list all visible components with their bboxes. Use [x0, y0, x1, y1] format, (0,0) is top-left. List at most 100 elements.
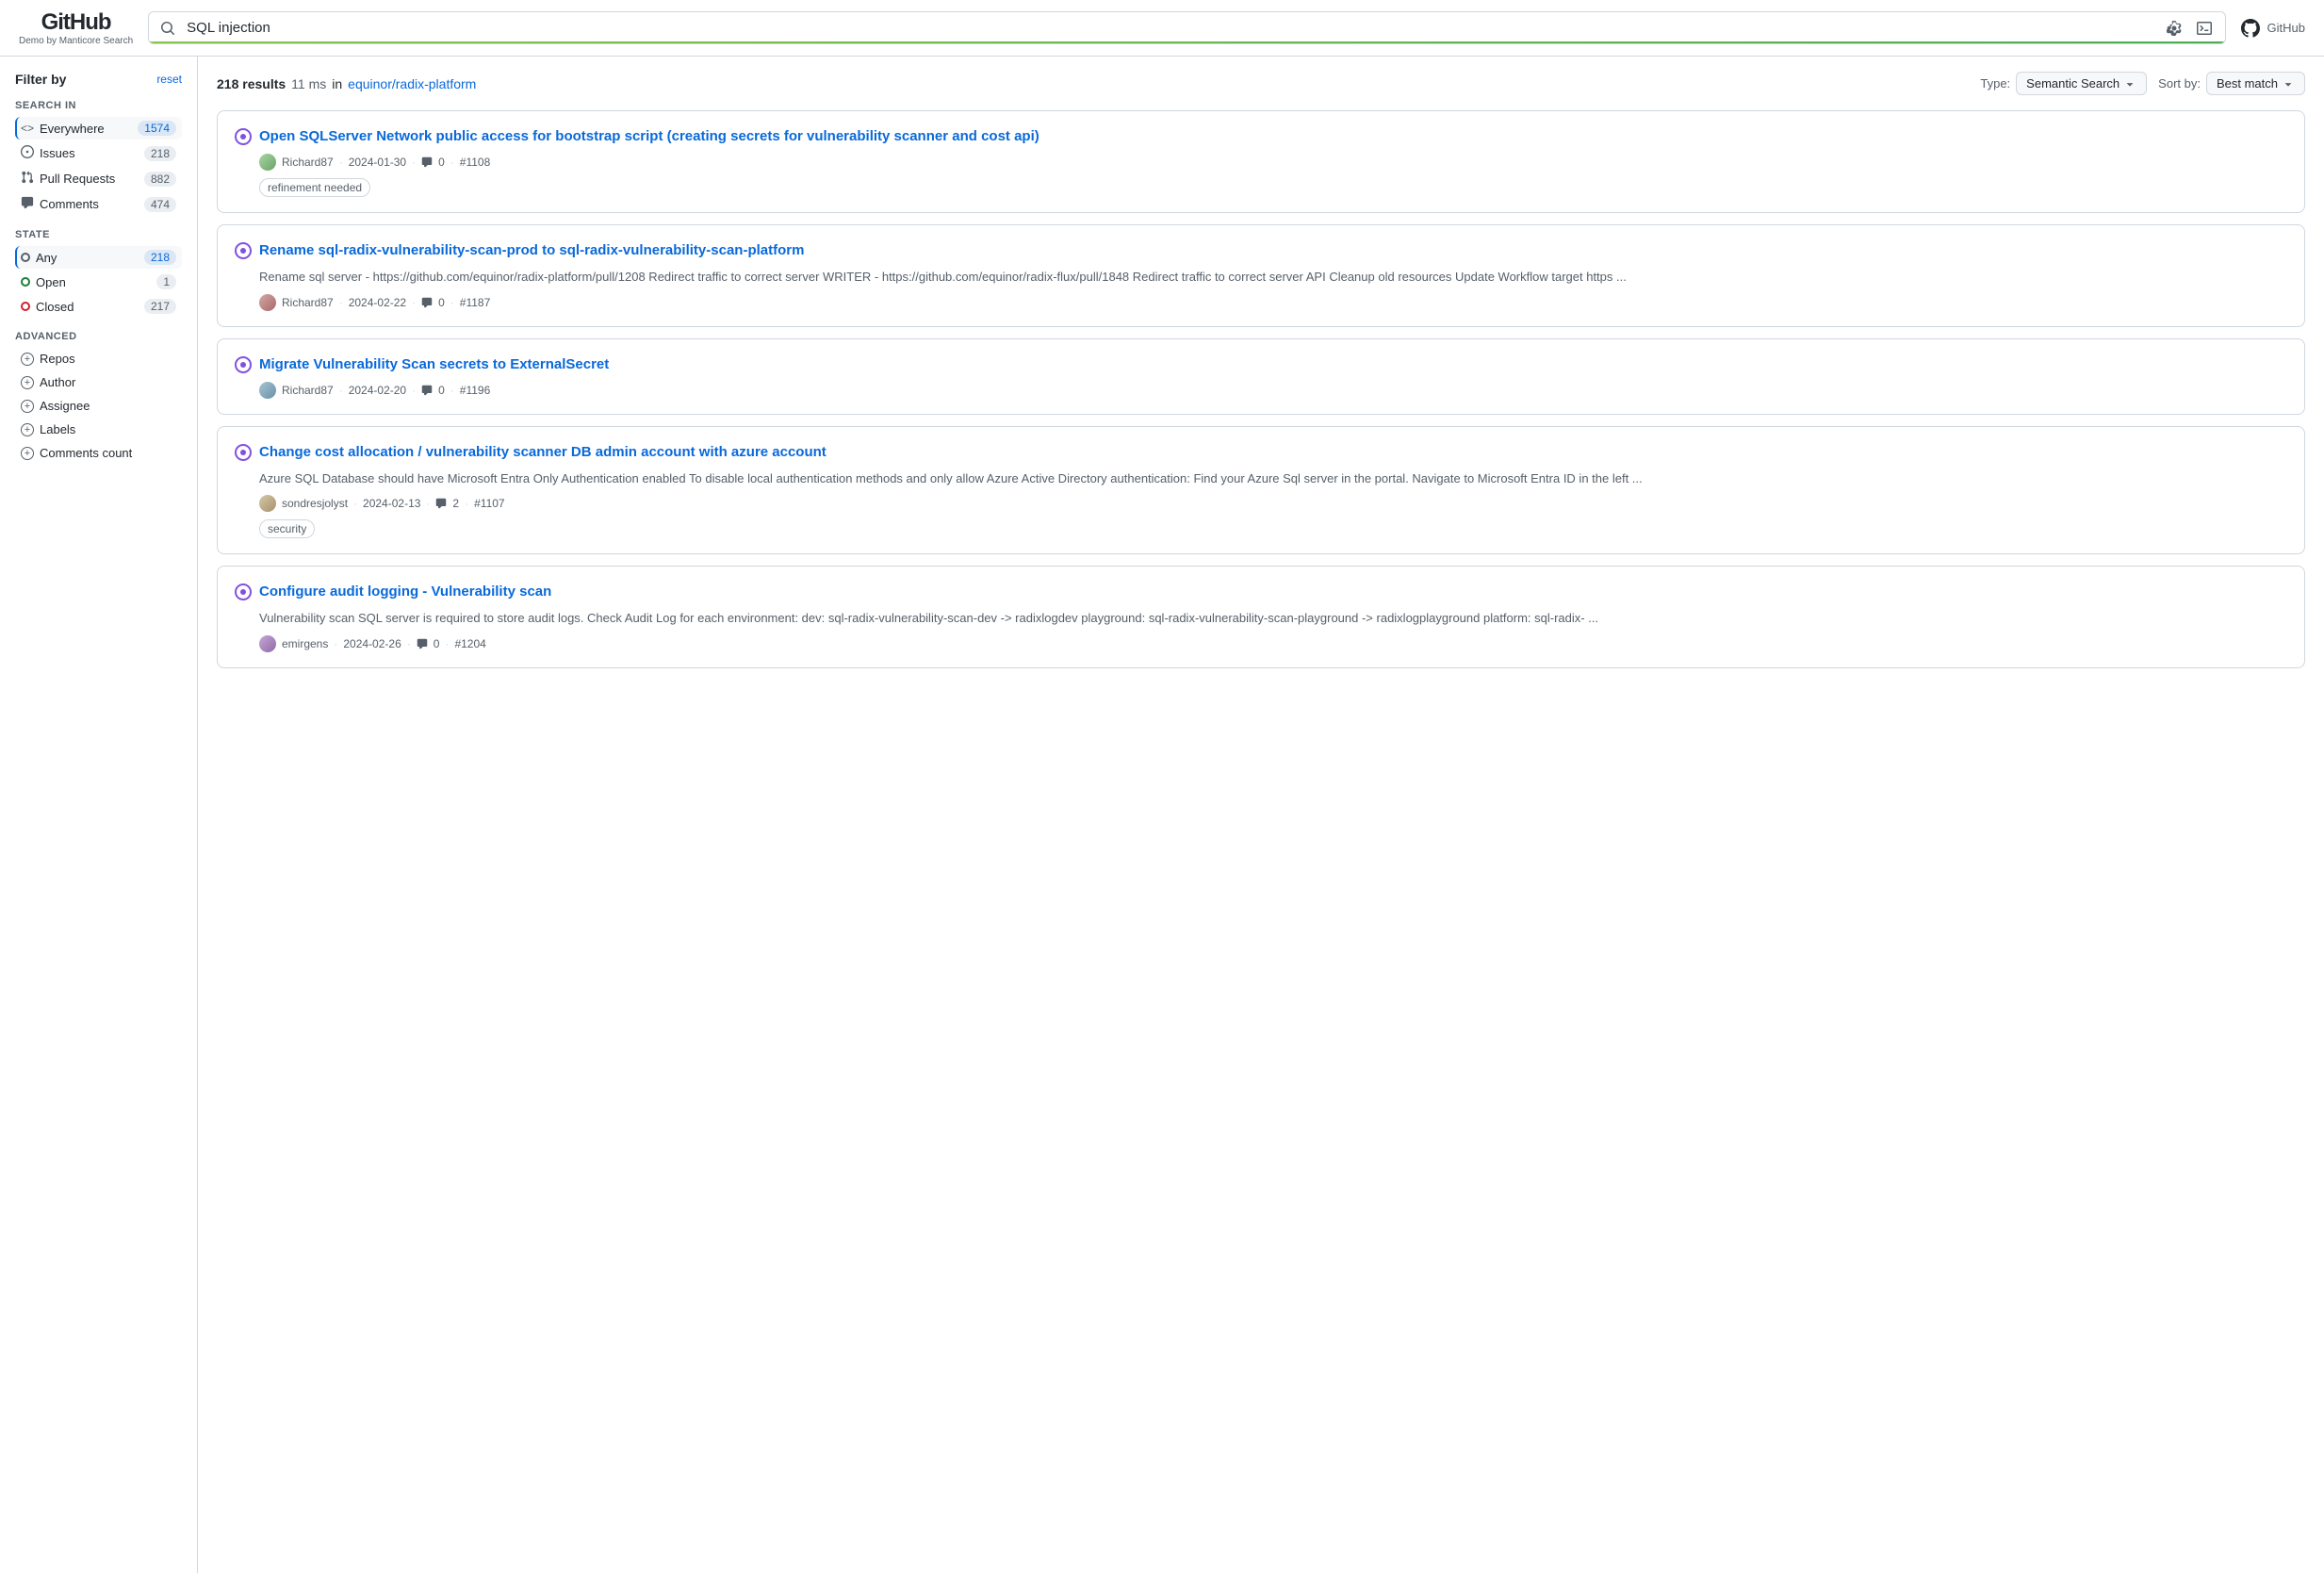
- type-value: Semantic Search: [2026, 76, 2119, 90]
- advanced-author[interactable]: + Author: [15, 371, 182, 393]
- type-select[interactable]: Semantic Search: [2016, 72, 2147, 95]
- result-date: 2024-02-22: [349, 296, 406, 309]
- filter-everywhere[interactable]: <> Everywhere 1574: [15, 117, 182, 140]
- result-number: #1204: [454, 637, 485, 650]
- result-state-icon: [235, 584, 252, 600]
- result-title-link[interactable]: Configure audit logging - Vulnerability …: [259, 582, 551, 601]
- result-meta: emirgens · 2024-02-26 · 0 · #1204: [235, 635, 2287, 652]
- state-label: State: [15, 229, 182, 240]
- filter-comments-label: Comments: [40, 197, 99, 211]
- sort-select[interactable]: Best match: [2206, 72, 2305, 95]
- comment-icon: [435, 498, 447, 509]
- filter-state-closed[interactable]: Closed 217: [15, 295, 182, 318]
- result-body: Vulnerability scan SQL server is require…: [235, 609, 2287, 628]
- issue-icon: [21, 145, 34, 161]
- result-comments: 0: [438, 156, 445, 169]
- terminal-icon[interactable]: [2193, 19, 2216, 38]
- comment-icon: [421, 156, 433, 168]
- search-actions: [2153, 19, 2225, 38]
- result-author: Richard87: [282, 156, 334, 169]
- result-title-link[interactable]: Change cost allocation / vulnerability s…: [259, 442, 826, 462]
- results-time: 11 ms: [291, 76, 326, 91]
- state-closed-dot: [21, 302, 30, 311]
- result-comments: 0: [434, 637, 440, 650]
- result-state-icon: [235, 356, 252, 373]
- state-any-dot: [21, 253, 30, 262]
- result-title-row: Open SQLServer Network public access for…: [235, 126, 2287, 146]
- result-title-row: Change cost allocation / vulnerability s…: [235, 442, 2287, 462]
- results-list: Open SQLServer Network public access for…: [217, 110, 2305, 668]
- result-card: Migrate Vulnerability Scan secrets to Ex…: [217, 338, 2305, 415]
- result-body: Azure SQL Database should have Microsoft…: [235, 469, 2287, 488]
- settings-icon[interactable]: [2163, 19, 2185, 38]
- logo-subtitle: Demo by Manticore Search: [19, 36, 133, 46]
- reset-link[interactable]: reset: [156, 73, 182, 86]
- result-state-icon-inner: [240, 362, 246, 368]
- plus-comments-icon: +: [21, 447, 34, 460]
- filter-state-any-count: 218: [144, 250, 176, 265]
- filter-state-any-label: Any: [36, 251, 57, 265]
- result-title-link[interactable]: Rename sql-radix-vulnerability-scan-prod…: [259, 240, 804, 260]
- filter-by-title: Filter by: [15, 72, 66, 87]
- result-date: 2024-02-13: [363, 497, 420, 510]
- search-input[interactable]: [187, 12, 2152, 43]
- filter-state-open-count: 1: [156, 274, 176, 289]
- sort-value: Best match: [2217, 76, 2278, 90]
- result-comments: 2: [452, 497, 459, 510]
- filter-issues-count: 218: [144, 146, 176, 161]
- result-tags: refinement needed: [235, 178, 2287, 197]
- result-author: Richard87: [282, 384, 334, 397]
- filter-comments-count: 474: [144, 197, 176, 212]
- result-avatar: [259, 382, 276, 399]
- layout: Filter by reset Search in <> Everywhere …: [0, 57, 2324, 1573]
- advanced-assignee-label: Assignee: [40, 399, 90, 413]
- filter-state-open[interactable]: Open 1: [15, 271, 182, 293]
- result-avatar: [259, 294, 276, 311]
- filter-issues[interactable]: Issues 218: [15, 141, 182, 165]
- filter-state-closed-count: 217: [144, 299, 176, 314]
- search-bar: [148, 11, 2225, 44]
- sidebar: Filter by reset Search in <> Everywhere …: [0, 57, 198, 1573]
- search-icon: [149, 13, 187, 43]
- comment-icon: [421, 297, 433, 308]
- result-state-icon-inner: [240, 450, 246, 455]
- filter-pull-requests[interactable]: Pull Requests 882: [15, 167, 182, 190]
- filter-comments[interactable]: Comments 474: [15, 192, 182, 216]
- result-author: emirgens: [282, 637, 328, 650]
- result-number: #1108: [460, 156, 490, 169]
- filter-everywhere-label: Everywhere: [40, 122, 105, 136]
- filter-everywhere-count: 1574: [138, 121, 176, 136]
- filter-state-any[interactable]: Any 218: [15, 246, 182, 269]
- results-count: 218 results: [217, 76, 286, 91]
- result-title-link[interactable]: Migrate Vulnerability Scan secrets to Ex…: [259, 354, 609, 374]
- code-icon: <>: [21, 122, 34, 135]
- result-title-link[interactable]: Open SQLServer Network public access for…: [259, 126, 1039, 146]
- filter-state-open-label: Open: [36, 275, 66, 289]
- result-title-row: Configure audit logging - Vulnerability …: [235, 582, 2287, 601]
- filter-state-closed-label: Closed: [36, 300, 74, 314]
- advanced-repos[interactable]: + Repos: [15, 348, 182, 370]
- github-link[interactable]: GitHub: [2241, 19, 2305, 38]
- header: GitHub Demo by Manticore Search GitHub: [0, 0, 2324, 57]
- advanced-assignee[interactable]: + Assignee: [15, 395, 182, 417]
- advanced-labels[interactable]: + Labels: [15, 419, 182, 440]
- filter-header: Filter by reset: [15, 72, 182, 87]
- result-meta: Richard87 · 2024-02-20 · 0 · #1196: [235, 382, 2287, 399]
- plus-assignee-icon: +: [21, 400, 34, 413]
- advanced-comments-count[interactable]: + Comments count: [15, 442, 182, 464]
- pr-icon: [21, 171, 34, 187]
- result-date: 2024-01-30: [349, 156, 406, 169]
- result-meta: Richard87 · 2024-01-30 · 0 · #1108: [235, 154, 2287, 171]
- result-card: Change cost allocation / vulnerability s…: [217, 426, 2305, 555]
- result-tags: security: [235, 519, 2287, 538]
- result-state-icon-inner: [240, 589, 246, 595]
- result-body: Rename sql server - https://github.com/e…: [235, 268, 2287, 287]
- result-state-icon-inner: [240, 248, 246, 254]
- result-card: Configure audit logging - Vulnerability …: [217, 566, 2305, 668]
- results-repo-link[interactable]: equinor/radix-platform: [348, 76, 476, 91]
- result-title-row: Migrate Vulnerability Scan secrets to Ex…: [235, 354, 2287, 374]
- plus-repos-icon: +: [21, 353, 34, 366]
- result-card: Rename sql-radix-vulnerability-scan-prod…: [217, 224, 2305, 327]
- result-state-icon: [235, 128, 252, 145]
- plus-labels-icon: +: [21, 423, 34, 436]
